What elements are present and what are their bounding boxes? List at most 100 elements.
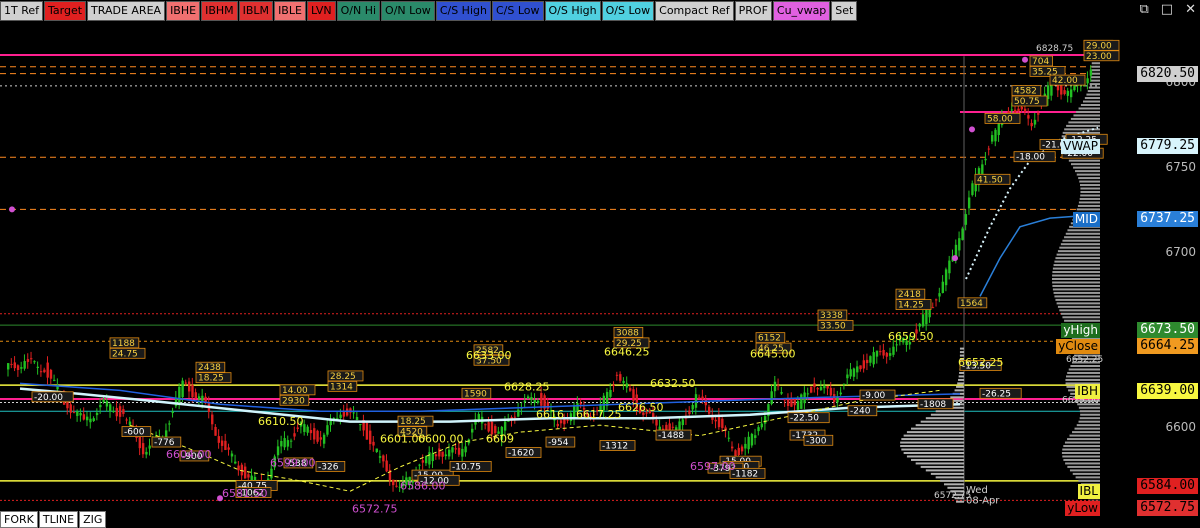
close-icon[interactable]: ✕ xyxy=(1185,2,1196,18)
candle-body xyxy=(1033,119,1037,125)
prior-profile-bar xyxy=(958,378,964,381)
tool-zig[interactable]: ZIG xyxy=(79,511,107,528)
candle-body xyxy=(790,398,793,407)
toolbar-button-1t-ref[interactable]: 1T Ref xyxy=(0,1,44,21)
prior-profile-bar xyxy=(935,476,964,479)
volume-profile-bar xyxy=(1061,452,1100,454)
candle-body xyxy=(36,366,40,368)
candle-body xyxy=(181,380,184,398)
candle-body xyxy=(882,349,885,356)
volume-profile-bar xyxy=(1053,264,1100,267)
candle-body xyxy=(178,386,181,403)
volume-profile-bar xyxy=(1076,173,1100,176)
volume-profile-bar xyxy=(1070,365,1100,367)
candle-body xyxy=(836,397,839,403)
volume-profile-bar xyxy=(1055,257,1100,260)
maximize-icon[interactable]: □ xyxy=(1161,2,1173,18)
candle-body xyxy=(286,440,290,447)
toolbar-button-o-n-hi[interactable]: O/N Hi xyxy=(336,1,381,21)
candle-body xyxy=(938,293,941,297)
chart-window: { "toolbar": { "buttons": [ {"label":"1T… xyxy=(0,0,1200,528)
toolbar-button-c-s-low[interactable]: C/S Low xyxy=(491,1,544,21)
toolbar-button-ibhm[interactable]: IBHM xyxy=(201,1,238,21)
candle-body xyxy=(174,397,178,407)
window-controls: ⧉ □ ✕ xyxy=(1140,2,1197,18)
candle-body xyxy=(704,399,708,406)
volume-profile-bar xyxy=(1059,309,1100,312)
yhigh-tag: yHigh xyxy=(1061,323,1100,338)
toolbar-button-o-s-low[interactable]: O/S Low xyxy=(601,1,655,21)
volume-profile-bar xyxy=(1086,93,1100,96)
toolbar-button-ible[interactable]: IBLE xyxy=(274,1,306,21)
candle-body xyxy=(655,419,658,426)
volume-profile-bar xyxy=(1065,378,1100,381)
restore-icon[interactable]: ⧉ xyxy=(1140,2,1149,18)
candle-body xyxy=(280,440,283,447)
toolbar-button-compact-ref[interactable]: Compact Ref xyxy=(655,1,734,21)
candle-body xyxy=(865,359,869,364)
volume-profile-bar xyxy=(1064,441,1100,444)
volume-profile-bar xyxy=(1060,243,1100,246)
toolbar-button-ibhe[interactable]: IBHE xyxy=(166,1,201,21)
candle-body xyxy=(471,428,474,433)
toolbar-button-iblm[interactable]: IBLM xyxy=(238,1,274,21)
candle-body xyxy=(994,129,997,142)
prior-profile-bar xyxy=(910,427,964,430)
toolbar-button-lvn[interactable]: LVN xyxy=(306,1,336,21)
candle-body xyxy=(214,426,217,436)
candle-body xyxy=(484,424,487,426)
candle-body xyxy=(316,430,319,442)
toolbar-button-o-n-low[interactable]: O/N Low xyxy=(381,1,435,21)
candle-body xyxy=(69,404,72,413)
candle-body xyxy=(780,392,783,394)
candle-body xyxy=(227,447,230,450)
toolbar-button-c-s-high[interactable]: C/S High xyxy=(435,1,491,21)
candle-body xyxy=(931,307,935,309)
volume-profile-bar xyxy=(1078,420,1100,423)
candle-body xyxy=(813,383,816,388)
candle-body xyxy=(632,389,635,401)
candle-body xyxy=(740,446,744,452)
tool-tline[interactable]: TLINE xyxy=(38,511,79,528)
order-flow-label: 3338 xyxy=(820,311,843,321)
ibh-tag: IBH xyxy=(1075,384,1100,399)
toolbar-button-target[interactable]: Target xyxy=(44,1,87,21)
candle-body xyxy=(918,323,921,327)
candle-body xyxy=(102,399,105,402)
ibl-price-label: 6584.00 xyxy=(1137,478,1198,494)
candle-body xyxy=(935,299,938,301)
order-flow-label: -10.75 xyxy=(452,462,481,472)
tool-fork[interactable]: FORK xyxy=(0,511,38,528)
volume-profile-bar xyxy=(1080,191,1100,193)
toolbar-button-set[interactable]: Set xyxy=(831,1,858,21)
toolbar-button-prof[interactable]: PROF xyxy=(734,1,772,21)
toolbar-button-cu-vwap[interactable]: Cu_vwap xyxy=(772,1,831,21)
toolbar-button-o-s-high[interactable]: O/S High xyxy=(544,1,601,21)
candle-body xyxy=(378,456,382,458)
order-flow-label: -22.50 xyxy=(790,414,819,424)
candle-body xyxy=(941,281,945,294)
prior-profile-bar xyxy=(958,375,964,378)
volume-profile-bar xyxy=(1052,281,1100,284)
price-chart[interactable]: 356023.0070435.25458250.7542.0058.0041.5… xyxy=(0,20,1200,528)
candle-body xyxy=(89,418,92,423)
ylow-price-label: 6572.75 xyxy=(1137,500,1198,516)
toolbar-button-trade-area[interactable]: TRADE AREA xyxy=(87,1,166,21)
candle-body xyxy=(773,381,777,392)
candle-body xyxy=(428,452,431,465)
candle-body xyxy=(833,394,836,402)
candle-body xyxy=(800,394,803,409)
candle-body xyxy=(786,399,790,407)
volume-profile-bar xyxy=(1062,316,1100,319)
candle-body xyxy=(39,371,43,373)
candle-body xyxy=(777,385,780,387)
candle-body xyxy=(352,412,355,414)
candle-body xyxy=(747,436,750,450)
candle-body xyxy=(46,362,49,378)
volume-profile-bar xyxy=(1074,427,1100,430)
candle-body xyxy=(237,465,240,471)
candle-body xyxy=(79,413,82,416)
candle-body xyxy=(948,260,951,274)
volume-profile-bar xyxy=(1062,448,1100,451)
order-flow-label: 6152 xyxy=(758,334,781,344)
